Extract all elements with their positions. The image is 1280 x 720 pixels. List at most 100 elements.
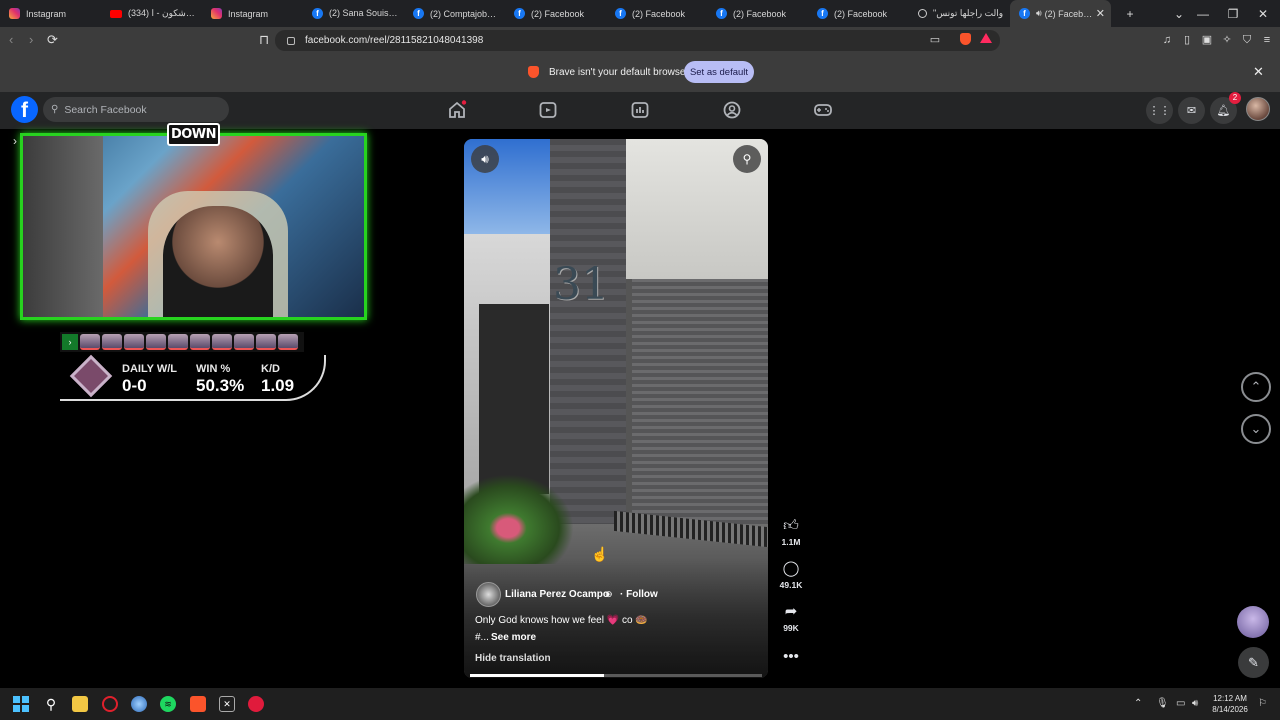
mute-speaker-icon[interactable]: 🔊︎ (471, 145, 499, 173)
tab-audio-speaker-icon[interactable]: 🔊︎ (1036, 8, 1042, 19)
new-message-compose-icon[interactable]: ✎ (1238, 647, 1269, 678)
home-icon[interactable] (447, 100, 467, 120)
infobar-close-icon[interactable]: ✕ (1253, 64, 1264, 80)
browser-tab[interactable]: Instagram (0, 0, 101, 27)
reels-video-icon[interactable] (538, 100, 558, 120)
site-info-icon[interactable] (287, 36, 295, 45)
comment-count: 49.1K (779, 580, 803, 590)
sidebar-icon[interactable]: ▯ (1180, 33, 1194, 47)
kd-value: 1.09 (261, 376, 295, 395)
mouse-cursor-icon: ☝ (591, 546, 609, 562)
agent-portrait (234, 334, 254, 350)
set-as-default-button[interactable]: Set as default (684, 61, 754, 83)
agent-row-arrow-icon: › (62, 334, 78, 350)
browser-tab[interactable]: Instagram (202, 0, 303, 27)
menu-icon[interactable]: ≡ (1260, 33, 1274, 47)
browser-tab[interactable]: (334) طلع شكون - ا (101, 0, 202, 27)
search-placeholder: Search Facebook (64, 103, 147, 116)
messenger-icon[interactable]: ✉ (1178, 97, 1205, 124)
facebook-icon: f (514, 8, 525, 19)
like-button[interactable]: 👍︎ 1.1M (778, 517, 804, 547)
see-more-link[interactable]: See more (491, 632, 536, 643)
browser-tab[interactable]: f 🔊︎ (2) Facebook ✕ (1010, 0, 1111, 27)
browser-tab[interactable]: f (2) Facebook (606, 0, 707, 27)
brave-rewards-icon[interactable] (979, 33, 993, 47)
tab-close-icon[interactable]: ✕ (1096, 7, 1105, 20)
back-arrow-icon[interactable]: ‹ (9, 32, 13, 47)
cast-icon[interactable]: ▭ (928, 33, 942, 47)
browser-tab-strip: Instagram (334) طلع شكون - ا Instagram f (2)… (0, 0, 1280, 27)
leo-ai-icon[interactable]: ✧ (1220, 33, 1234, 47)
win-percent-label: WIN % (196, 363, 231, 375)
recording-app-icon[interactable] (248, 696, 264, 712)
contact-avatar[interactable] (1237, 606, 1269, 638)
youtube-icon (110, 9, 122, 18)
forward-arrow-icon[interactable]: › (29, 32, 33, 47)
brave-shields-icon[interactable] (958, 33, 972, 47)
network-icon[interactable]: ▭ (1176, 698, 1185, 709)
follow-link[interactable]: · Follow (620, 589, 658, 600)
overlay-collapse-chevron-icon[interactable]: › (13, 134, 17, 148)
facebook-search-input[interactable]: ⚲ Search Facebook (43, 97, 229, 122)
clock-time[interactable]: 12:12 AM (1206, 694, 1254, 703)
file-explorer-icon[interactable] (72, 696, 88, 712)
globe-icon (918, 9, 927, 18)
volume-icon[interactable]: 🔊︎ (1192, 698, 1198, 709)
address-field[interactable]: facebook.com/reel/281158210480413​98 (275, 30, 1000, 51)
agent-picks-row: › (60, 332, 304, 352)
agent-portrait (168, 334, 188, 350)
next-reel-chevron-down-icon[interactable]: ⌄ (1241, 414, 1271, 444)
reel-progress-bar[interactable] (470, 674, 762, 677)
app-globe-icon[interactable] (131, 696, 147, 712)
author-name[interactable]: Liliana Perez Ocampo (505, 589, 609, 600)
windows-start-icon[interactable] (13, 696, 29, 712)
clock-date[interactable]: 8/14/2026 (1206, 705, 1254, 714)
account-avatar[interactable] (1246, 97, 1270, 121)
bookmark-icon[interactable]: ⊓ (259, 32, 269, 48)
spotify-icon[interactable]: ≋ (160, 696, 176, 712)
reel-search-icon[interactable]: ⚲ (733, 145, 761, 173)
windows-taskbar: ⚲ ≋ ✕ ⌃ 🎙︎ ▭ 🔊︎ 12:12 AM 8/14/2026 ⚐ (0, 688, 1280, 720)
tab-search-chevron-icon[interactable]: ⌄ (1172, 0, 1186, 27)
default-browser-infobar: Brave isn't your default browser Set as … (0, 53, 1280, 92)
gaming-icon[interactable] (813, 100, 833, 120)
hide-translation-link[interactable]: Hide translation (475, 653, 551, 664)
browser-tab[interactable]: f (2) Facebook (707, 0, 808, 27)
browser-tab[interactable]: f (2) Facebook (505, 0, 606, 27)
more-options-button[interactable]: ••• (778, 648, 804, 666)
maximize-button[interactable]: ❐ (1226, 0, 1240, 27)
brave-taskbar-icon[interactable] (190, 696, 206, 712)
menu-grid-icon[interactable]: ⋮⋮ (1146, 97, 1173, 124)
facebook-logo-icon[interactable]: f (11, 96, 38, 123)
author-avatar[interactable] (476, 582, 501, 607)
new-tab-button[interactable]: + (1122, 0, 1138, 27)
microphone-icon[interactable]: 🎙︎ (1156, 698, 1169, 709)
reel-caption: Only God knows how we feel 💗 co 🍩 (475, 615, 648, 626)
browser-tab[interactable]: "والت راجلها تونس (909, 0, 1010, 27)
browser-tab[interactable]: f (2) Facebook (808, 0, 909, 27)
app-box-icon[interactable]: ✕ (219, 696, 235, 712)
share-arrow-icon: ➦ (784, 603, 798, 620)
daily-wl-value: 0-0 (122, 376, 147, 395)
opera-icon[interactable] (102, 696, 118, 712)
share-button[interactable]: ➦ 99K (778, 603, 804, 633)
comment-button[interactable]: ◯ 49.1K (778, 560, 804, 590)
minimize-button[interactable]: — (1196, 0, 1210, 27)
marketplace-icon[interactable] (630, 100, 650, 120)
notification-center-icon[interactable]: ⚐ (1258, 698, 1267, 709)
wallet-icon[interactable]: ▣ (1200, 33, 1214, 47)
media-music-icon[interactable]: ♫ (1160, 33, 1174, 47)
agent-portrait (278, 334, 298, 350)
taskbar-search-icon[interactable]: ⚲ (43, 696, 59, 712)
tab-title: (2) Facebook (1044, 8, 1096, 19)
browser-tab[interactable]: f (2) Comptajobs. tr (404, 0, 505, 27)
tab-title: (2) Facebook (632, 8, 686, 19)
reload-icon[interactable]: ⟳ (47, 32, 58, 48)
infobar-message: Brave isn't your default browser (528, 66, 689, 78)
groups-icon[interactable] (722, 100, 742, 120)
tray-chevron-up-icon[interactable]: ⌃ (1134, 698, 1142, 709)
vpn-shield-icon[interactable]: ⛉ (1240, 33, 1254, 47)
browser-tab[interactable]: f (2) Sana Souissi - و (303, 0, 404, 27)
previous-reel-chevron-up-icon[interactable]: ⌃ (1241, 372, 1271, 402)
close-window-button[interactable]: ✕ (1256, 0, 1270, 27)
